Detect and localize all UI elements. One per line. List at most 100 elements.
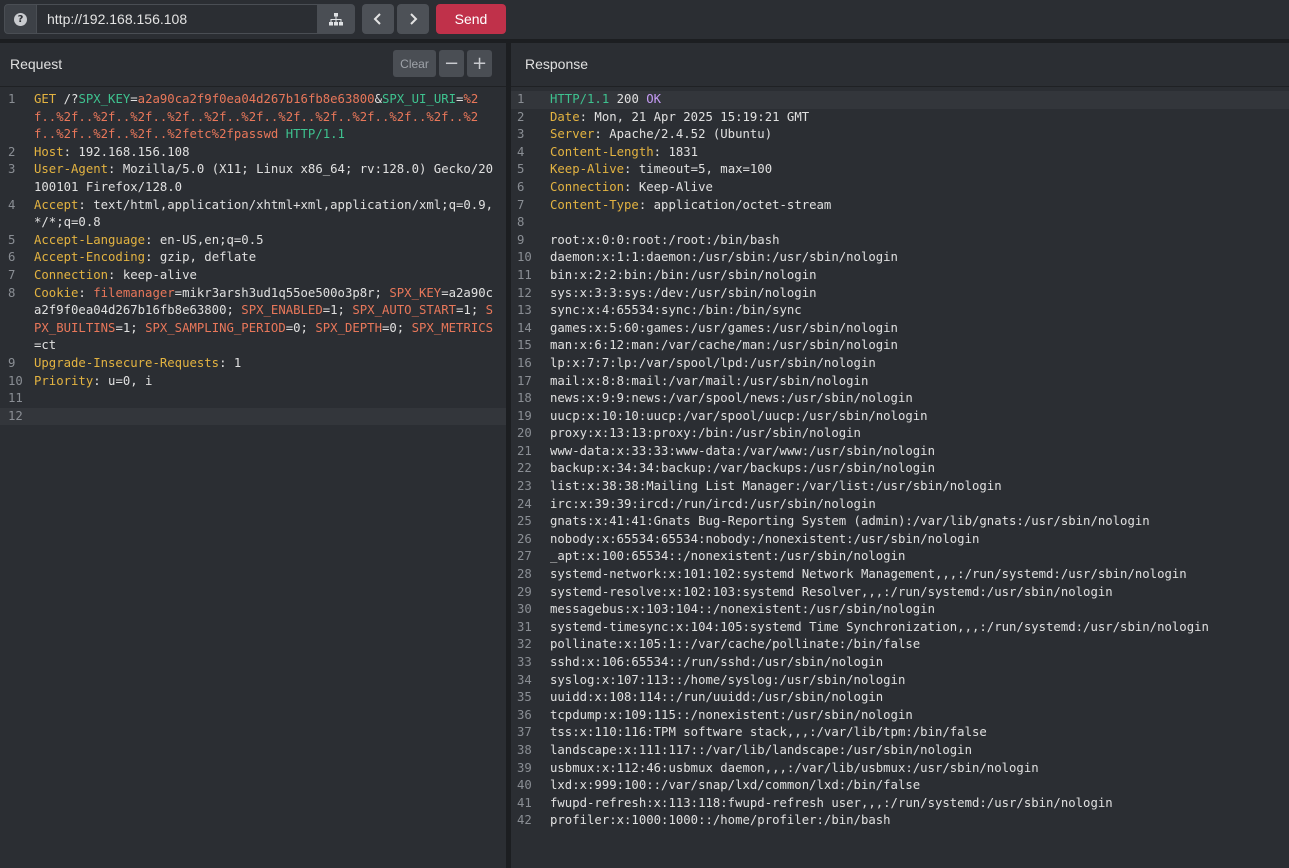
request-line: 1 GET /?SPX_KEY=a2a90ca2f9f0ea04d267b16fb… <box>0 91 506 144</box>
response-editor[interactable]: 1 HTTP/1.1 200 OK 2 Date: Mon, 21 Apr 2025 … <box>511 91 1289 830</box>
response-line: 40 lxd:x:999:100::/var/snap/lxd/common/lx… <box>511 777 1289 795</box>
sitemap-button[interactable] <box>317 4 355 34</box>
response-line: 22 backup:x:34:34:backup:/var/backups:/us… <box>511 460 1289 478</box>
line-number: 4 <box>517 144 525 159</box>
target-url-input[interactable] <box>37 4 318 34</box>
code-token: Host <box>34 144 64 159</box>
line-number: 24 <box>517 496 532 511</box>
response-line: 31 systemd-timesync:x:104:105:systemd Tim… <box>511 619 1289 637</box>
response-line: 17 mail:x:8:8:mail:/var/mail:/usr/sbin/no… <box>511 373 1289 391</box>
line-number: 15 <box>517 338 532 353</box>
line-content <box>550 214 1289 232</box>
line-number: 30 <box>517 602 532 617</box>
request-header: Request Clear − + <box>0 43 506 87</box>
line-number: 35 <box>517 690 532 705</box>
request-line: 3 User-Agent: Mozilla/5.0 (X11; Linux x86… <box>0 161 506 196</box>
request-line: 9 Upgrade-Insecure-Requests: 1 <box>0 355 506 373</box>
code-token: Accept <box>34 197 79 212</box>
code-token: Keep-Alive <box>550 162 625 177</box>
code-token: : timeout=5, max=100 <box>624 162 773 177</box>
line-content: syslog:x:107:113::/home/syslog:/usr/sbin… <box>550 672 1289 690</box>
line-number: 39 <box>517 760 532 775</box>
response-line: 10 daemon:x:1:1:daemon:/usr/sbin:/usr/sbi… <box>511 249 1289 267</box>
line-content: landscape:x:111:117::/var/lib/landscape:… <box>550 742 1289 760</box>
line-content: Host: 192.168.156.108 <box>34 144 506 162</box>
code-token: GET <box>34 92 57 106</box>
zoom-in-button[interactable]: + <box>467 50 492 77</box>
code-token: systemd-resolve:x:102:103:systemd Resolv… <box>550 584 1113 599</box>
response-line: 6 Connection: Keep-Alive <box>511 179 1289 197</box>
line-number: 6 <box>8 250 16 265</box>
line-content: Accept-Language: en-US,en;q=0.5 <box>34 232 506 250</box>
line-content: Connection: Keep-Alive <box>550 179 1289 197</box>
response-line: 15 man:x:6:12:man:/var/cache/man:/usr/sbi… <box>511 337 1289 355</box>
response-line: 30 messagebus:x:103:104::/nonexistent:/us… <box>511 601 1289 619</box>
next-request-button[interactable] <box>397 4 429 34</box>
line-content: systemd-network:x:101:102:systemd Networ… <box>550 566 1289 584</box>
code-token: uuidd:x:108:114::/run/uuidd:/usr/sbin/no… <box>550 690 884 705</box>
line-number: 2 <box>517 109 525 124</box>
code-token: usbmux:x:112:46:usbmux daemon,,,:/var/li… <box>550 760 1039 775</box>
request-line: 8 Cookie: filemanager=mikr3arsh3ud1q55oe5… <box>0 285 506 355</box>
line-number: 12 <box>517 285 532 300</box>
response-line: 1 HTTP/1.1 200 OK <box>511 91 1289 109</box>
response-line: 12 sys:x:3:3:sys:/dev:/usr/sbin/nologin <box>511 285 1289 303</box>
request-editor[interactable]: 1 GET /?SPX_KEY=a2a90ca2f9f0ea04d267b16fb… <box>0 91 506 426</box>
line-number: 2 <box>8 144 16 159</box>
response-line: 25 gnats:x:41:41:Gnats Bug-Reporting Syst… <box>511 513 1289 531</box>
response-line: 36 tcpdump:x:109:115::/nonexistent:/usr/s… <box>511 707 1289 725</box>
line-number: 5 <box>517 162 525 177</box>
line-number: 32 <box>517 637 532 652</box>
zoom-out-button[interactable]: − <box>439 50 464 77</box>
response-line: 33 sshd:x:106:65534::/run/sshd:/usr/sbin/… <box>511 654 1289 672</box>
code-token: root:x:0:0:root:/root:/bin/bash <box>550 232 780 247</box>
request-line: 7 Connection: keep-alive <box>0 267 506 285</box>
line-content: bin:x:2:2:bin:/bin:/usr/sbin/nologin <box>550 267 1289 285</box>
code-token: & <box>374 92 382 106</box>
code-token: SPX_DEPTH <box>315 320 382 335</box>
line-number: 40 <box>517 778 532 793</box>
response-pane: Response 1 HTTP/1.1 200 OK 2 Date: Mon, 21 … <box>511 43 1289 868</box>
code-token: SPX_AUTO_START <box>352 303 457 318</box>
code-token: fwupd-refresh:x:113:118:fwupd-refresh us… <box>550 795 1113 810</box>
code-token: : Mon, 21 Apr 2025 15:19:21 GMT <box>579 109 810 124</box>
code-token: Upgrade-Insecure-Requests <box>34 355 220 370</box>
line-number: 11 <box>517 267 532 282</box>
send-button[interactable]: Send <box>436 4 506 34</box>
line-content: Server: Apache/2.4.52 (Ubuntu) <box>550 126 1289 144</box>
previous-request-button[interactable] <box>362 4 394 34</box>
line-content: www-data:x:33:33:www-data:/var/www:/usr/… <box>550 443 1289 461</box>
request-line: 6 Accept-Encoding: gzip, deflate <box>0 249 506 267</box>
line-content: systemd-resolve:x:102:103:systemd Resolv… <box>550 584 1289 602</box>
line-number: 13 <box>517 303 532 318</box>
line-number: 34 <box>517 672 532 687</box>
line-number: 20 <box>517 426 532 441</box>
code-token: sshd:x:106:65534::/run/sshd:/usr/sbin/no… <box>550 655 884 669</box>
code-token: sync:x:4:65534:sync:/bin:/bin/sync <box>550 303 802 318</box>
request-title: Request <box>10 56 63 72</box>
toolbar: ? Send <box>0 0 1289 40</box>
response-line: 7 Content-Type: application/octet-stream <box>511 197 1289 215</box>
line-number: 8 <box>517 215 525 230</box>
help-button[interactable]: ? <box>4 4 37 34</box>
code-token: Accept-Encoding <box>34 250 146 265</box>
clear-button[interactable]: Clear <box>393 50 436 77</box>
line-number: 27 <box>517 549 532 564</box>
request-line: 10 Priority: u=0, i <box>0 373 506 391</box>
line-number: 4 <box>8 197 16 212</box>
code-token: Server <box>550 127 595 142</box>
line-content: man:x:6:12:man:/var/cache/man:/usr/sbin/… <box>550 337 1289 355</box>
line-content: messagebus:x:103:104::/nonexistent:/usr/… <box>550 601 1289 619</box>
code-token: landscape:x:111:117::/var/lib/landscape:… <box>550 742 972 757</box>
code-token: : u=0, i <box>93 373 153 388</box>
response-line: 42 profiler:x:1000:1000::/home/profiler:/… <box>511 812 1289 830</box>
line-number: 33 <box>517 655 532 669</box>
response-line: 2 Date: Mon, 21 Apr 2025 15:19:21 GMT <box>511 109 1289 127</box>
line-number: 14 <box>517 320 532 335</box>
response-line: 18 news:x:9:9:news:/var/spool/news:/usr/s… <box>511 390 1289 408</box>
line-content: backup:x:34:34:backup:/var/backups:/usr/… <box>550 460 1289 478</box>
code-token: : 1831 <box>653 144 699 159</box>
code-token: /? <box>56 92 79 106</box>
response-line: 19 uucp:x:10:10:uucp:/var/spool/uucp:/usr… <box>511 408 1289 426</box>
line-content: sync:x:4:65534:sync:/bin:/bin/sync <box>550 302 1289 320</box>
